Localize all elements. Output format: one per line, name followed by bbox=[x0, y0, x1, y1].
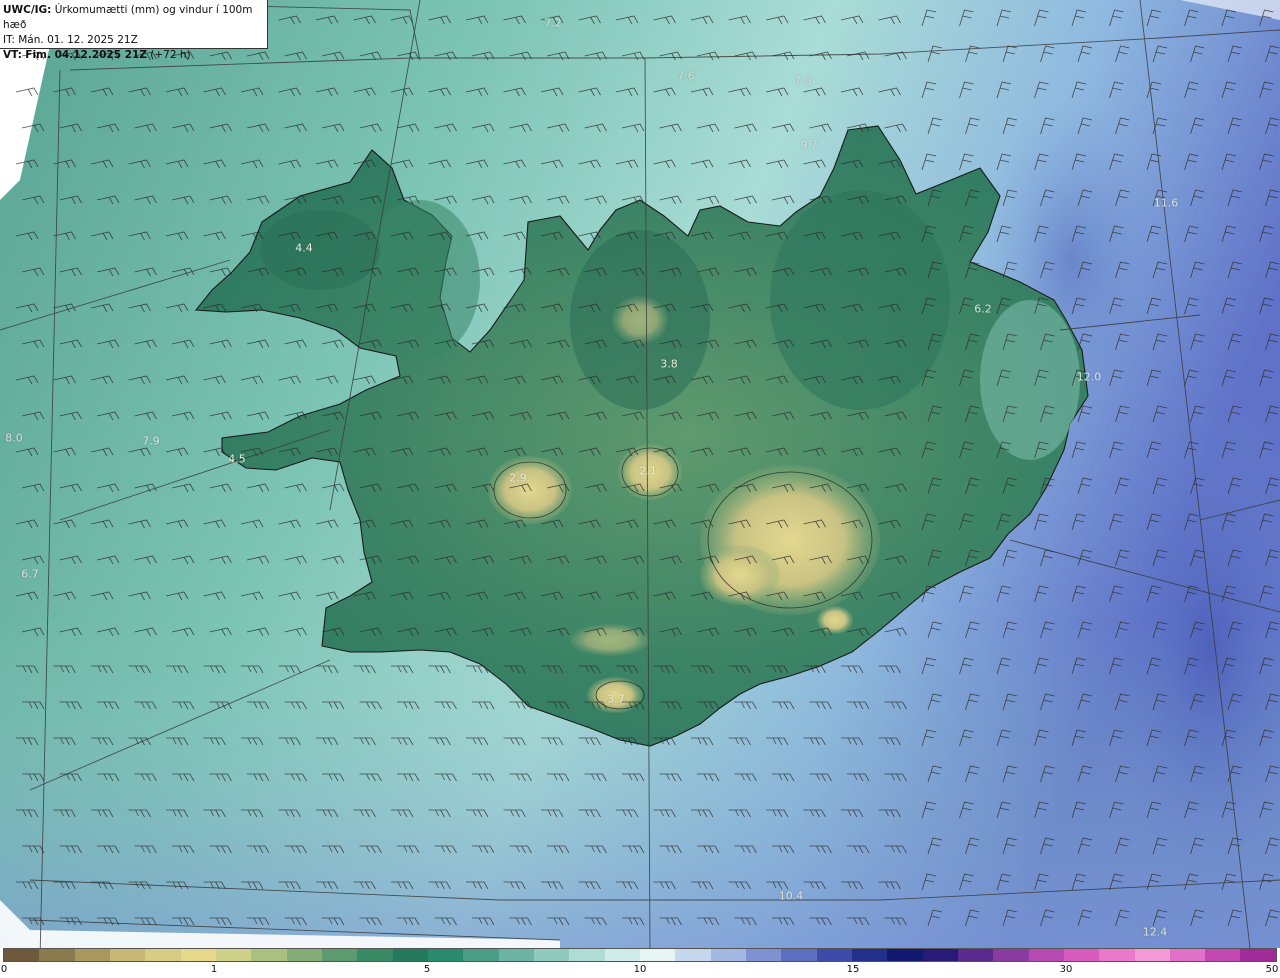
colorbar-swatch bbox=[604, 949, 640, 961]
map-value-label: 10.4 bbox=[778, 889, 804, 903]
colorbar-tick-label: 50 bbox=[1265, 964, 1279, 975]
valid-prefix: VT: bbox=[3, 49, 22, 61]
colorbar-swatch bbox=[887, 949, 923, 961]
map-value-label: 8.0 bbox=[5, 431, 23, 445]
map-value-label: 4.5 bbox=[228, 452, 246, 466]
map-value-label: 4.4 bbox=[295, 241, 313, 255]
title-line-product: UWC/IG: Úrkomumætti (mm) og vindur í 100… bbox=[3, 3, 267, 33]
map-value-label: 7.8 bbox=[794, 74, 812, 88]
colorbar-swatch bbox=[74, 949, 110, 961]
colorbar-tick-label: 5 bbox=[423, 964, 431, 975]
colorbar-swatch bbox=[109, 949, 146, 961]
colorbar-legend: 0 1 5 10 15 30 50 bbox=[0, 948, 1280, 978]
colorbar-swatch bbox=[463, 949, 499, 961]
colorbar-swatch bbox=[39, 949, 75, 961]
colorbar-tick-label: 15 bbox=[846, 964, 860, 975]
init-time: Mán. 01. 12. 2025 21Z bbox=[18, 34, 138, 46]
lead-time: (+72 h) bbox=[150, 49, 191, 61]
colorbar-tick-label: 10 bbox=[633, 964, 647, 975]
map-value-label: 7.9 bbox=[142, 434, 160, 448]
colorbar-swatch bbox=[1134, 949, 1170, 961]
map-value-label: 12.4 bbox=[1142, 925, 1168, 939]
colorbar-swatch bbox=[1028, 949, 1064, 961]
colorbar-tick-label: 30 bbox=[1059, 964, 1073, 975]
colorbar-swatch bbox=[1063, 949, 1100, 961]
colorbar-swatch bbox=[993, 949, 1029, 961]
colorbar-swatch bbox=[533, 949, 570, 961]
map-value-label: 11.6 bbox=[1153, 196, 1179, 210]
colorbar-swatch bbox=[4, 949, 40, 961]
colorbar-swatch bbox=[498, 949, 534, 961]
colorbar-swatch bbox=[922, 949, 958, 961]
init-prefix: IT: bbox=[3, 34, 15, 46]
map-value-label: 3.8 bbox=[660, 357, 678, 371]
colorbar-swatch bbox=[215, 949, 252, 961]
map-value-label: 7.2 bbox=[544, 16, 562, 30]
map-title-box: UWC/IG: Úrkomumætti (mm) og vindur í 100… bbox=[0, 0, 268, 61]
colorbar-swatch bbox=[180, 949, 216, 961]
title-line-init: IT: Mán. 01. 12. 2025 21Z bbox=[3, 33, 267, 48]
colorbar-swatch bbox=[639, 949, 676, 961]
colorbar-swatch bbox=[569, 949, 605, 961]
colorbar-swatches bbox=[3, 948, 1277, 962]
colorbar-tick-label: 1 bbox=[210, 964, 218, 975]
map-value-label: 12.0 bbox=[1076, 370, 1102, 384]
map-value-label: 2.9 bbox=[509, 471, 527, 485]
colorbar-swatch bbox=[357, 949, 393, 961]
model-code: UWC/IG: bbox=[3, 4, 52, 16]
colorbar-swatch bbox=[1169, 949, 1206, 961]
colorbar-swatch bbox=[1205, 949, 1241, 961]
map-value-label: 9.7 bbox=[800, 138, 818, 152]
colorbar-swatch bbox=[1099, 949, 1135, 961]
colorbar-swatch bbox=[251, 949, 287, 961]
map-value-label: 6.2 bbox=[974, 302, 992, 316]
colorbar-swatch bbox=[1240, 949, 1276, 961]
colorbar-swatch bbox=[321, 949, 358, 961]
colorbar-swatch bbox=[816, 949, 852, 961]
valid-time: Fim. 04.12.2025 21Z bbox=[25, 49, 147, 61]
colorbar-swatch bbox=[392, 949, 428, 961]
map-value-label: 3.7 bbox=[607, 692, 625, 706]
colorbar-swatch bbox=[710, 949, 746, 961]
colorbar-swatch bbox=[781, 949, 817, 961]
colorbar-swatch bbox=[851, 949, 888, 961]
title-line-valid: VT: Fim. 04.12.2025 21Z (+72 h) bbox=[3, 48, 267, 63]
map-value-label: 2.1 bbox=[639, 464, 657, 478]
map-value-label: 6.7 bbox=[21, 567, 39, 581]
colorbar-swatch bbox=[427, 949, 464, 961]
colorbar-swatch bbox=[957, 949, 994, 961]
colorbar-swatch bbox=[675, 949, 711, 961]
colorbar-swatch bbox=[286, 949, 322, 961]
map-area[interactable]: 7.2 7.6 7.8 9.7 11.6 6.2 12.0 8.0 7.9 4.5 4.4 3.8 2.… bbox=[0, 0, 1280, 948]
colorbar-swatch bbox=[745, 949, 782, 961]
colorbar-tick-label: 0 bbox=[0, 964, 8, 975]
colorbar-swatch bbox=[145, 949, 181, 961]
map-value-label: 7.6 bbox=[677, 69, 695, 83]
